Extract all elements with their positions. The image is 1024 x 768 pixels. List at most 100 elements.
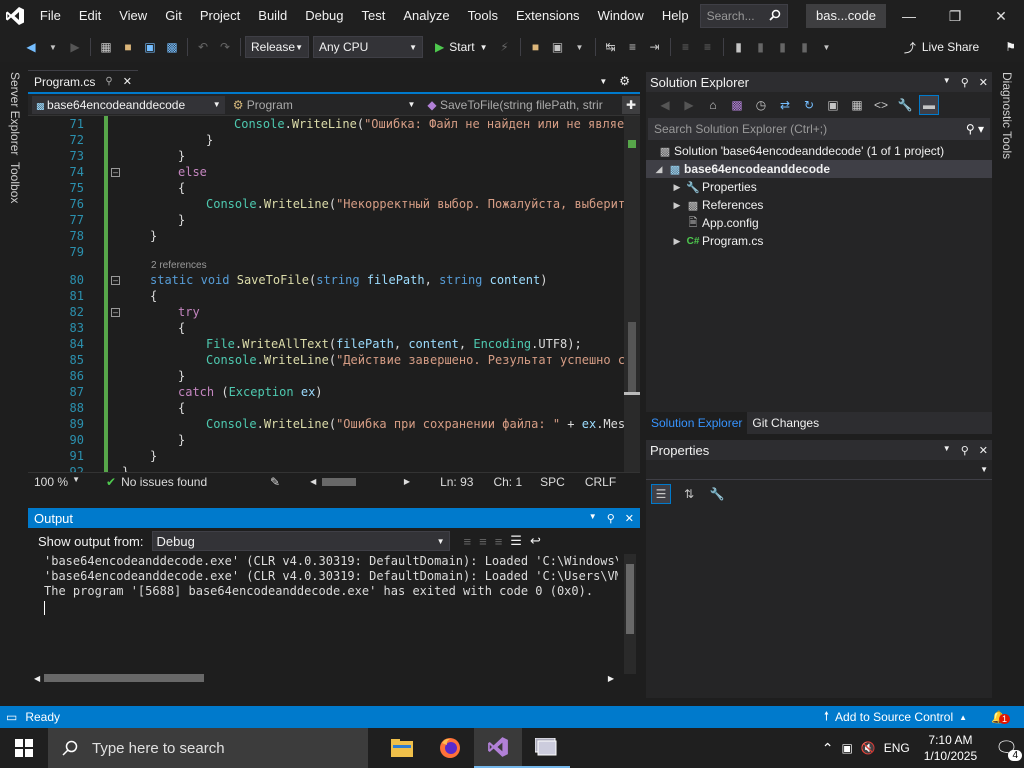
- show-all-files-icon[interactable]: ▦: [847, 95, 867, 115]
- align-icon[interactable]: ≡: [623, 37, 643, 57]
- collapsed-triangle-icon[interactable]: ▶: [670, 236, 684, 247]
- step-into-icon[interactable]: ↹: [601, 37, 621, 57]
- volume-muted-icon[interactable]: 🔇: [861, 741, 876, 755]
- menu-extensions[interactable]: Extensions: [507, 0, 589, 32]
- menu-project[interactable]: Project: [191, 0, 249, 32]
- configuration-select[interactable]: Release ▼: [245, 36, 309, 58]
- tab-list-dropdown-icon[interactable]: ▼: [599, 77, 607, 86]
- tree-item-program-cs[interactable]: ▶ C# Program.cs: [646, 232, 992, 250]
- collapse-icon[interactable]: –: [111, 308, 120, 317]
- tree-item-properties[interactable]: ▶ 🔧 Properties: [646, 178, 992, 196]
- tree-item-references[interactable]: ▶ ▩ References: [646, 196, 992, 214]
- server-explorer-tab[interactable]: Server Explorer: [8, 72, 22, 155]
- clock[interactable]: 7:10 AM 1/10/2025: [924, 732, 977, 764]
- close-icon[interactable]: ✕: [979, 444, 988, 457]
- menu-git[interactable]: Git: [156, 0, 191, 32]
- forward-icon[interactable]: ▶: [679, 95, 699, 115]
- visual-studio-app[interactable]: [474, 728, 522, 768]
- tab-solution-explorer[interactable]: Solution Explorer: [646, 412, 748, 434]
- folder-view-icon[interactable]: ■: [526, 37, 546, 57]
- project-navigation-select[interactable]: ▩ base64encodeanddecode ▼: [32, 95, 225, 114]
- comment-icon[interactable]: ≡: [676, 37, 696, 57]
- window-position-icon[interactable]: ▼: [943, 76, 951, 89]
- properties-wrench-icon[interactable]: 🔧: [895, 95, 915, 115]
- indent-icon[interactable]: ⇥: [645, 37, 665, 57]
- dropdown-arrow-icon[interactable]: ▼: [43, 37, 63, 57]
- menu-window[interactable]: Window: [589, 0, 653, 32]
- switch-views-icon[interactable]: ▩: [727, 95, 747, 115]
- menu-help[interactable]: Help: [653, 0, 698, 32]
- browse-icon[interactable]: ▣: [548, 37, 568, 57]
- collapse-icon[interactable]: –: [111, 276, 120, 285]
- menu-test[interactable]: Test: [353, 0, 395, 32]
- output-vertical-scrollbar[interactable]: [624, 554, 636, 674]
- next-bookmark-icon[interactable]: ▮: [773, 37, 793, 57]
- windows-start-button[interactable]: [0, 728, 48, 768]
- collapsed-triangle-icon[interactable]: ▶: [670, 200, 684, 211]
- menu-debug[interactable]: Debug: [296, 0, 352, 32]
- refresh-icon[interactable]: ↻: [799, 95, 819, 115]
- maximize-button[interactable]: ❐: [932, 0, 978, 32]
- navigate-forward-icon[interactable]: ▶: [65, 37, 85, 57]
- minimize-button[interactable]: —: [886, 0, 932, 32]
- menu-analyze[interactable]: Analyze: [394, 0, 458, 32]
- code-icon[interactable]: <>: [871, 95, 891, 115]
- collapse-all-icon[interactable]: ▣: [823, 95, 843, 115]
- output-horizontal-scrollbar[interactable]: ◀ ▶: [34, 672, 614, 684]
- uncomment-icon[interactable]: ≡: [698, 37, 718, 57]
- solution-search-input[interactable]: Search Solution Explorer (Ctrl+;) ⚲ ▾: [648, 118, 990, 140]
- running-app[interactable]: [522, 728, 570, 768]
- collapse-icon[interactable]: –: [111, 168, 120, 177]
- pin-icon[interactable]: ⚲: [105, 76, 112, 87]
- pin-icon[interactable]: ⚲: [961, 76, 969, 89]
- redo-icon[interactable]: ↷: [215, 37, 235, 57]
- column-indicator[interactable]: Ch: 1: [493, 475, 522, 489]
- taskbar-search-box[interactable]: Type here to search: [48, 728, 368, 768]
- horizontal-scrollbar[interactable]: ◀ ▶: [310, 477, 410, 487]
- feedback-icon[interactable]: ⚑: [1005, 40, 1016, 54]
- hot-reload-icon[interactable]: ⚡: [495, 37, 515, 57]
- tree-project-node[interactable]: ◢ ▩ base64encodeanddecode: [646, 160, 992, 178]
- live-share-button[interactable]: ⤴ Live Share ⚑: [904, 39, 1024, 56]
- toolbox-tab[interactable]: Toolbox: [8, 162, 22, 203]
- prev-bookmark-icon[interactable]: ▮: [751, 37, 771, 57]
- back-icon[interactable]: ◀: [655, 95, 675, 115]
- navigate-back-icon[interactable]: ◀: [21, 37, 41, 57]
- properties-object-select[interactable]: ▼: [646, 460, 992, 480]
- window-position-icon[interactable]: ▼: [589, 512, 597, 525]
- overflow-icon[interactable]: ▼: [817, 37, 837, 57]
- alphabetical-icon[interactable]: ⇅: [679, 484, 699, 504]
- pin-icon[interactable]: ⚲: [961, 444, 969, 457]
- menu-tools[interactable]: Tools: [459, 0, 507, 32]
- code-text-area[interactable]: 71 Console.WriteLine("Ошибка: Файл не най…: [28, 116, 640, 472]
- close-icon[interactable]: ✕: [979, 76, 988, 89]
- word-wrap-icon[interactable]: ↩: [530, 533, 541, 549]
- settings-icon[interactable]: ⚙: [619, 74, 630, 88]
- tab-program-cs[interactable]: Program.cs ⚲ ✕: [28, 70, 138, 92]
- member-navigation-select[interactable]: ◆ SaveToFile(string filePath, strir: [423, 96, 618, 114]
- close-button[interactable]: ✕: [978, 0, 1024, 32]
- next-message-icon[interactable]: ≡: [495, 534, 503, 549]
- codelens-references[interactable]: 2 references: [151, 260, 207, 271]
- new-project-icon[interactable]: ▦: [96, 37, 116, 57]
- source-control-button[interactable]: 🠕 Add to Source Control ▲: [824, 707, 967, 728]
- home-icon[interactable]: ⌂: [703, 95, 723, 115]
- notifications-button[interactable]: 🔔 1: [991, 710, 1011, 724]
- open-folder-icon[interactable]: ■: [118, 37, 138, 57]
- tree-solution-node[interactable]: ▩ Solution 'base64encodeanddecode' (1 of…: [646, 142, 992, 160]
- issues-indicator[interactable]: ✔ No issues found: [106, 475, 266, 489]
- start-debugging-button[interactable]: ▶ Start ▼: [429, 40, 494, 54]
- diagnostic-tools-tab[interactable]: Diagnostic Tools: [1000, 72, 1014, 159]
- pending-changes-icon[interactable]: ◷: [751, 95, 771, 115]
- categorized-icon[interactable]: ☰: [651, 484, 671, 504]
- action-center-button[interactable]: 🗨 4: [995, 738, 1022, 761]
- prev-message-icon[interactable]: ≡: [479, 534, 487, 549]
- output-text-area[interactable]: 'base64encodeanddecode.exe' (CLR v4.0.30…: [28, 554, 640, 684]
- undo-icon[interactable]: ↶: [193, 37, 213, 57]
- menu-file[interactable]: File: [31, 0, 70, 32]
- firefox-app[interactable]: [426, 728, 474, 768]
- code-cleanup-icon[interactable]: ✎: [270, 475, 280, 489]
- preview-icon[interactable]: ▬: [919, 95, 939, 115]
- file-explorer-app[interactable]: [378, 728, 426, 768]
- property-pages-icon[interactable]: 🔧: [707, 484, 727, 504]
